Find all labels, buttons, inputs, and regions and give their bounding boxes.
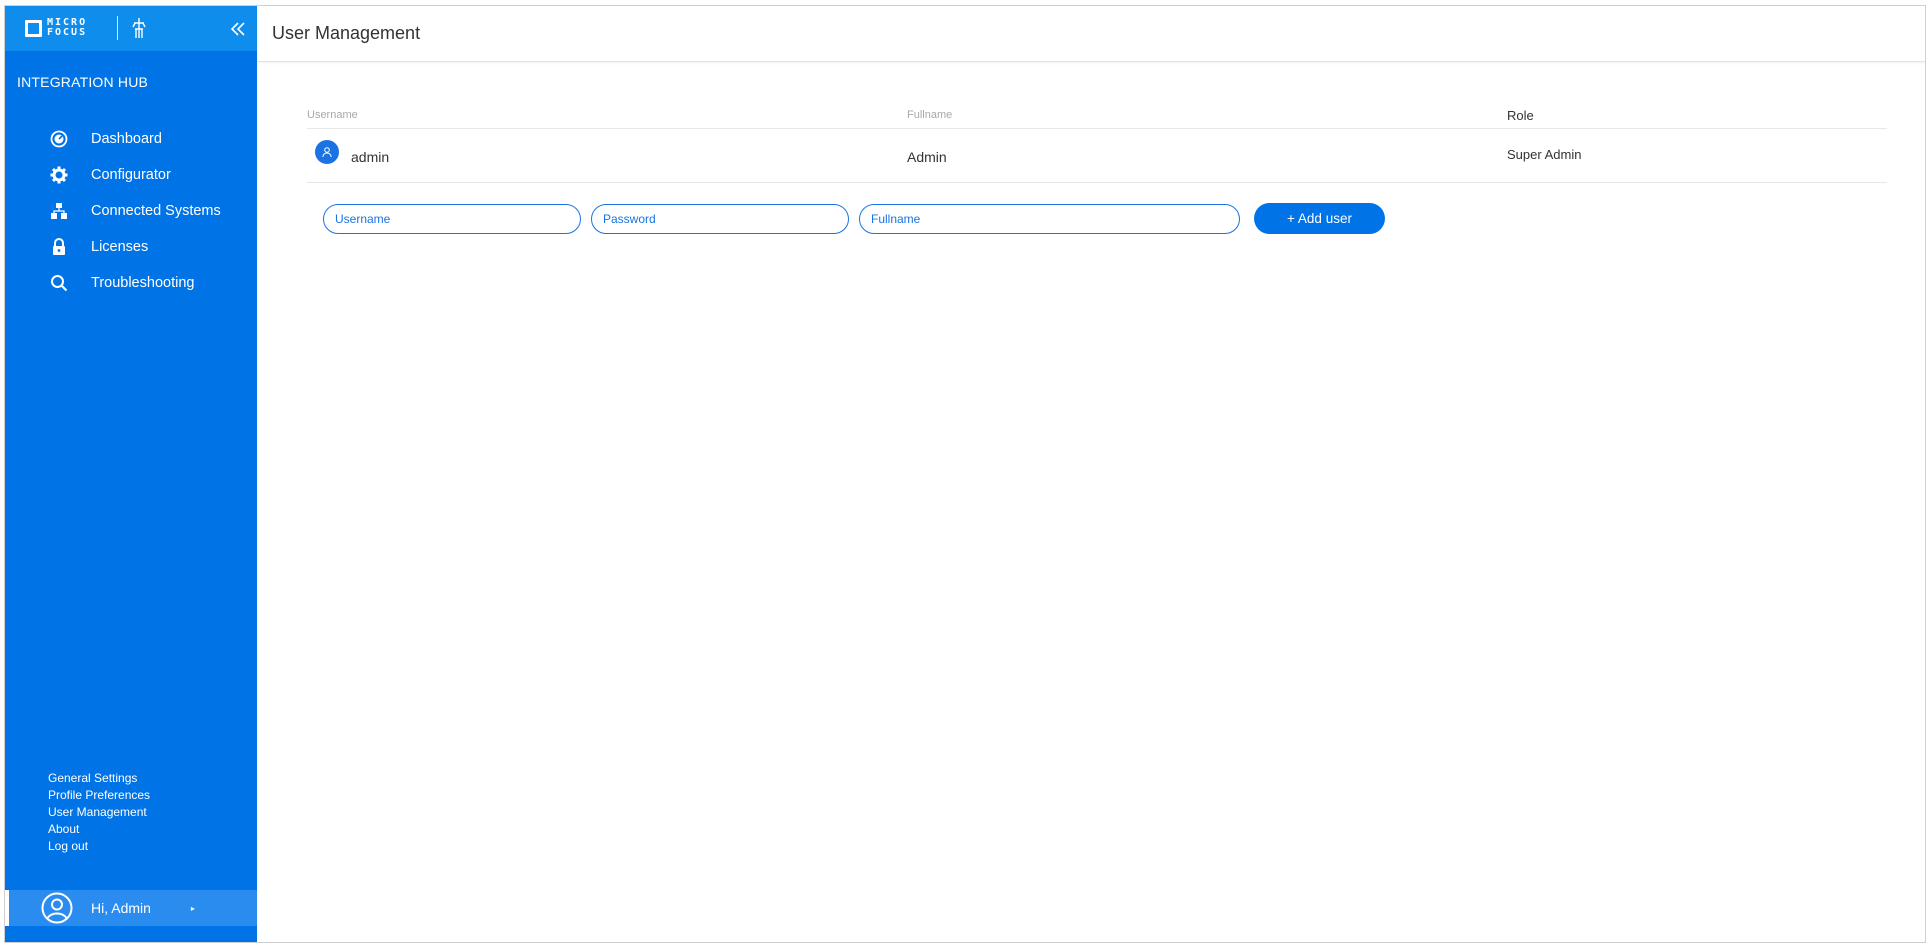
logo-line2: FOCUS bbox=[47, 27, 88, 38]
nav-item-label: Troubleshooting bbox=[91, 275, 195, 291]
nav-item-connected-systems[interactable]: Connected Systems bbox=[5, 193, 257, 229]
sidebar: MICRO FOCUS INTEGRATION HUB Dashboard Co… bbox=[5, 6, 257, 942]
add-user-button[interactable]: + Add user bbox=[1254, 203, 1385, 234]
nav-item-licenses[interactable]: Licenses bbox=[5, 229, 257, 265]
column-header-role: Role bbox=[1507, 108, 1534, 123]
user-bar-accent bbox=[5, 890, 9, 926]
logo-square-icon bbox=[25, 19, 42, 37]
nav-item-label: Licenses bbox=[91, 239, 149, 255]
nav-item-label: Connected Systems bbox=[91, 203, 221, 219]
general-settings-link[interactable]: General Settings bbox=[48, 770, 150, 787]
nav-item-label: Dashboard bbox=[91, 131, 162, 147]
page-title: User Management bbox=[272, 23, 421, 43]
main-nav: Dashboard Configurator Connected Systems… bbox=[5, 121, 257, 301]
collapse-sidebar-icon[interactable] bbox=[229, 20, 247, 38]
cell-fullname: Admin bbox=[907, 149, 947, 165]
column-header-fullname: Fullname bbox=[907, 109, 953, 121]
logout-link[interactable]: Log out bbox=[48, 838, 150, 855]
users-table: Username Fullname Role admin Admin Super… bbox=[307, 94, 1887, 183]
search-icon bbox=[49, 273, 69, 293]
fullname-input[interactable] bbox=[859, 203, 1240, 234]
caret-right-icon: ▸ bbox=[190, 903, 195, 913]
add-user-form: + Add user bbox=[323, 203, 1385, 234]
connected-systems-icon bbox=[49, 201, 69, 221]
gear-icon bbox=[49, 165, 69, 185]
page-header: User Management bbox=[257, 6, 1925, 62]
table-row[interactable]: admin Admin Super Admin bbox=[307, 129, 1887, 183]
user-avatar-icon bbox=[41, 892, 73, 924]
nav-item-dashboard[interactable]: Dashboard bbox=[5, 121, 257, 157]
about-link[interactable]: About bbox=[48, 821, 150, 838]
footer-links: General Settings Profile Preferences Use… bbox=[48, 770, 150, 855]
brand-bar: MICRO FOCUS bbox=[5, 6, 257, 51]
dashboard-icon bbox=[49, 129, 69, 149]
cell-role: Super Admin bbox=[1507, 147, 1582, 162]
user-menu[interactable]: Hi, Admin ▸ bbox=[5, 890, 257, 926]
user-avatar-icon bbox=[315, 140, 339, 164]
micro-focus-logo: MICRO FOCUS bbox=[25, 16, 148, 40]
nav-item-troubleshooting[interactable]: Troubleshooting bbox=[5, 265, 257, 301]
password-input[interactable] bbox=[591, 203, 849, 234]
nav-item-label: Configurator bbox=[91, 167, 171, 183]
username-input[interactable] bbox=[323, 203, 581, 234]
user-greeting: Hi, Admin bbox=[91, 900, 151, 916]
cell-username: admin bbox=[351, 149, 390, 165]
profile-preferences-link[interactable]: Profile Preferences bbox=[48, 787, 150, 804]
nav-item-configurator[interactable]: Configurator bbox=[5, 157, 257, 193]
user-management-link[interactable]: User Management bbox=[48, 804, 150, 821]
integration-hub-icon bbox=[132, 18, 146, 38]
app-window: MICRO FOCUS INTEGRATION HUB Dashboard Co… bbox=[4, 5, 1926, 943]
lock-icon bbox=[49, 237, 69, 257]
logo-divider bbox=[117, 16, 118, 40]
table-header: Username Fullname Role bbox=[307, 94, 1887, 129]
column-header-username: Username bbox=[307, 109, 358, 121]
product-name: INTEGRATION HUB bbox=[17, 74, 149, 90]
